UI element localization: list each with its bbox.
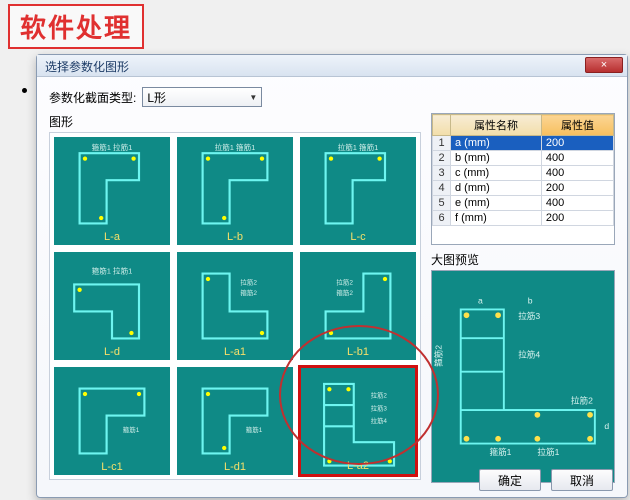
section-type-label: 参数化截面类型: (49, 89, 136, 106)
col-value: 属性值 (541, 115, 613, 136)
thumb-label: L-a (54, 231, 170, 243)
shape-thumb-1[interactable]: 拉筋1 箍筋1 L-b (175, 135, 295, 247)
svg-text:箍筋1: 箍筋1 (489, 446, 511, 457)
prop-name: c (mm) (451, 166, 542, 181)
software-stamp: 软件处理 (8, 4, 144, 49)
prop-value[interactable]: 200 (541, 211, 613, 226)
thumb-label: L-a1 (177, 346, 293, 358)
row-num: 6 (433, 211, 451, 226)
thumb-label: L-b1 (300, 346, 416, 358)
svg-text:拉筋3: 拉筋3 (371, 403, 388, 412)
shape-thumb-5[interactable]: 拉筋2 箍筋2 L-b1 (298, 250, 418, 362)
chevron-down-icon: ▼ (249, 93, 257, 102)
svg-text:拉筋1 箍筋1: 拉筋1 箍筋1 (215, 142, 256, 152)
svg-text:拉筋1: 拉筋1 (537, 446, 559, 457)
prop-name: d (mm) (451, 181, 542, 196)
property-row[interactable]: 3c (mm)400 (433, 166, 614, 181)
property-row[interactable]: 2b (mm)400 (433, 151, 614, 166)
property-row[interactable]: 1a (mm)200 (433, 136, 614, 151)
prop-name: e (mm) (451, 196, 542, 211)
grid-label: 图形 (49, 113, 421, 130)
dialog-title: 选择参数化图形 (45, 60, 129, 74)
shape-thumb-3[interactable]: 箍筋1 拉筋1 L-d (52, 250, 172, 362)
property-row[interactable]: 4d (mm)200 (433, 181, 614, 196)
bullet-deco (22, 88, 27, 93)
svg-text:a: a (478, 296, 483, 306)
row-num: 3 (433, 166, 451, 181)
svg-text:箍筋1 拉筋1: 箍筋1 拉筋1 (92, 266, 133, 276)
shape-thumb-0[interactable]: 箍筋1 拉筋1 L-a (52, 135, 172, 247)
prop-name: f (mm) (451, 211, 542, 226)
property-row[interactable]: 6f (mm)200 (433, 211, 614, 226)
preview-pane: 拉筋3 拉筋4 箍筋2 箍筋1 拉筋1 拉筋2 a b d (431, 270, 615, 483)
svg-text:拉筋1 箍筋1: 拉筋1 箍筋1 (338, 142, 379, 152)
property-table[interactable]: 属性名称 属性值 1a (mm)2002b (mm)4003c (mm)4004… (431, 113, 615, 245)
shape-thumb-7[interactable]: 箍筋1 L-d1 (175, 365, 295, 477)
svg-text:拉筋2: 拉筋2 (371, 391, 388, 400)
svg-text:拉筋4: 拉筋4 (371, 416, 388, 425)
thumb-label: L-d1 (177, 461, 293, 473)
prop-name: a (mm) (451, 136, 542, 151)
svg-text:箍筋2: 箍筋2 (336, 288, 353, 297)
prop-value[interactable]: 400 (541, 166, 613, 181)
prop-value[interactable]: 200 (541, 136, 613, 151)
thumb-label: L-d (54, 346, 170, 358)
prop-value[interactable]: 400 (541, 196, 613, 211)
shape-grid: 箍筋1 拉筋1 L-a 拉筋1 箍筋1 L-b 拉筋1 箍筋1 L-c 箍筋1 … (49, 132, 421, 480)
type-row: 参数化截面类型: L形 ▼ (49, 87, 615, 107)
svg-text:箍筋1 拉筋1: 箍筋1 拉筋1 (92, 142, 133, 152)
close-button[interactable]: × (585, 57, 623, 73)
prop-value[interactable]: 400 (541, 151, 613, 166)
svg-text:b: b (528, 296, 533, 306)
svg-text:拉筋2: 拉筋2 (571, 394, 593, 405)
ok-button[interactable]: 确定 (479, 469, 541, 491)
row-num: 4 (433, 181, 451, 196)
col-name: 属性名称 (451, 115, 542, 136)
dialog-content: 参数化截面类型: L形 ▼ 图形 箍筋1 拉筋1 L-a 拉筋1 箍筋1 L-b (37, 77, 627, 497)
svg-text:箍筋2: 箍筋2 (433, 345, 444, 367)
svg-text:箍筋1: 箍筋1 (246, 425, 263, 434)
svg-text:d: d (604, 421, 609, 431)
svg-text:拉筋2: 拉筋2 (336, 277, 353, 286)
prop-value[interactable]: 200 (541, 181, 613, 196)
property-row[interactable]: 5e (mm)400 (433, 196, 614, 211)
svg-text:箍筋2: 箍筋2 (240, 288, 257, 297)
shape-thumb-4[interactable]: 拉筋2 箍筋2 L-a1 (175, 250, 295, 362)
dialog-titlebar: 选择参数化图形 × (37, 55, 627, 77)
preview-label: 大图预览 (431, 251, 615, 268)
section-type-value: L形 (147, 89, 166, 106)
svg-text:拉筋3: 拉筋3 (518, 310, 540, 321)
svg-text:箍筋1: 箍筋1 (123, 425, 140, 434)
prop-name: b (mm) (451, 151, 542, 166)
section-type-select[interactable]: L形 ▼ (142, 87, 262, 107)
button-row: 确定 取消 (479, 469, 613, 491)
shape-thumb-6[interactable]: 箍筋1 L-c1 (52, 365, 172, 477)
svg-text:拉筋2: 拉筋2 (240, 277, 257, 286)
thumb-label: L-a2 (301, 460, 415, 472)
row-num: 5 (433, 196, 451, 211)
shape-thumb-2[interactable]: 拉筋1 箍筋1 L-c (298, 135, 418, 247)
thumb-label: L-c1 (54, 461, 170, 473)
row-num: 2 (433, 151, 451, 166)
svg-text:拉筋4: 拉筋4 (518, 348, 540, 359)
shape-thumb-8[interactable]: 拉筋2 拉筋3 拉筋4 L-a2 (298, 365, 418, 477)
thumb-label: L-c (300, 231, 416, 243)
cancel-button[interactable]: 取消 (551, 469, 613, 491)
row-num: 1 (433, 136, 451, 151)
param-shape-dialog: 选择参数化图形 × 参数化截面类型: L形 ▼ 图形 箍筋1 拉筋1 L-a (36, 54, 628, 498)
thumb-label: L-b (177, 231, 293, 243)
